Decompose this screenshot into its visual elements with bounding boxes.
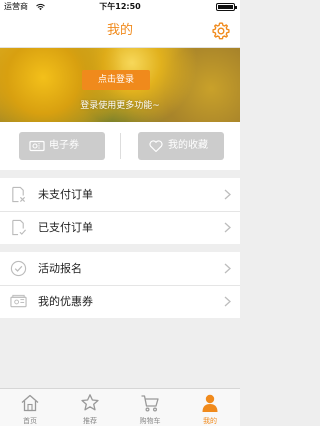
- list-item-label: 未支付订单: [38, 188, 93, 201]
- cart-icon: [141, 395, 159, 412]
- favorites-label: 我的收藏: [168, 140, 208, 151]
- check-circle-icon: [10, 260, 27, 277]
- favorites-button[interactable]: 我的收藏: [138, 132, 224, 160]
- gear-icon[interactable]: [211, 21, 231, 41]
- battery-icon: [216, 3, 237, 11]
- tab-label: 我的: [203, 417, 217, 425]
- person-icon: [202, 394, 218, 412]
- list-item-paid-orders[interactable]: 已支付订单: [0, 211, 240, 244]
- status-time: 下午12:50: [99, 2, 141, 11]
- chevron-right-icon: [224, 263, 231, 274]
- tab-label: 推荐: [83, 417, 97, 425]
- chevron-right-icon: [224, 189, 231, 200]
- e-coupon-label: 电子券: [49, 140, 79, 151]
- list-item-label: 活动报名: [38, 262, 82, 275]
- tab-cart[interactable]: 购物车: [120, 389, 180, 426]
- tab-label: 首页: [23, 417, 37, 425]
- tab-label: 购物车: [139, 417, 161, 425]
- chevron-right-icon: [224, 296, 231, 307]
- nav-bar: 我的: [0, 14, 240, 48]
- document-check-icon: [12, 219, 27, 236]
- list-item-label: 我的优惠券: [38, 295, 93, 308]
- login-button[interactable]: 点击登录: [82, 70, 150, 90]
- tab-home[interactable]: 首页: [0, 389, 60, 426]
- e-coupon-button[interactable]: 电子券: [19, 132, 105, 160]
- page-title: 我的: [106, 23, 133, 38]
- document-x-icon: [12, 186, 26, 203]
- tab-me[interactable]: 我的: [180, 389, 240, 426]
- ticket-icon: [29, 140, 45, 152]
- star-icon: [81, 394, 99, 411]
- chevron-right-icon: [224, 222, 231, 233]
- heart-icon: [149, 140, 163, 153]
- status-bar: 运营商 下午12:50: [0, 0, 240, 14]
- list-item-event-signup[interactable]: 活动报名: [0, 252, 240, 285]
- list-item-label: 已支付订单: [38, 221, 93, 234]
- home-icon: [21, 394, 39, 412]
- orders-list: 未支付订单 已支付订单: [0, 178, 240, 244]
- coupon-icon: [10, 294, 27, 308]
- tab-recommend[interactable]: 推荐: [60, 389, 120, 426]
- activities-list: 活动报名 我的优惠券: [0, 252, 240, 318]
- quick-actions: 电子券 我的收藏: [0, 122, 240, 170]
- list-item-unpaid-orders[interactable]: 未支付订单: [0, 178, 240, 211]
- list-item-my-coupons[interactable]: 我的优惠券: [0, 285, 240, 318]
- login-hint: 登录使用更多功能~: [80, 101, 160, 111]
- tab-bar: 首页 推荐 购物车 我的: [0, 388, 240, 426]
- quick-actions-divider: [120, 133, 121, 159]
- login-banner: 点击登录 登录使用更多功能~: [0, 48, 240, 122]
